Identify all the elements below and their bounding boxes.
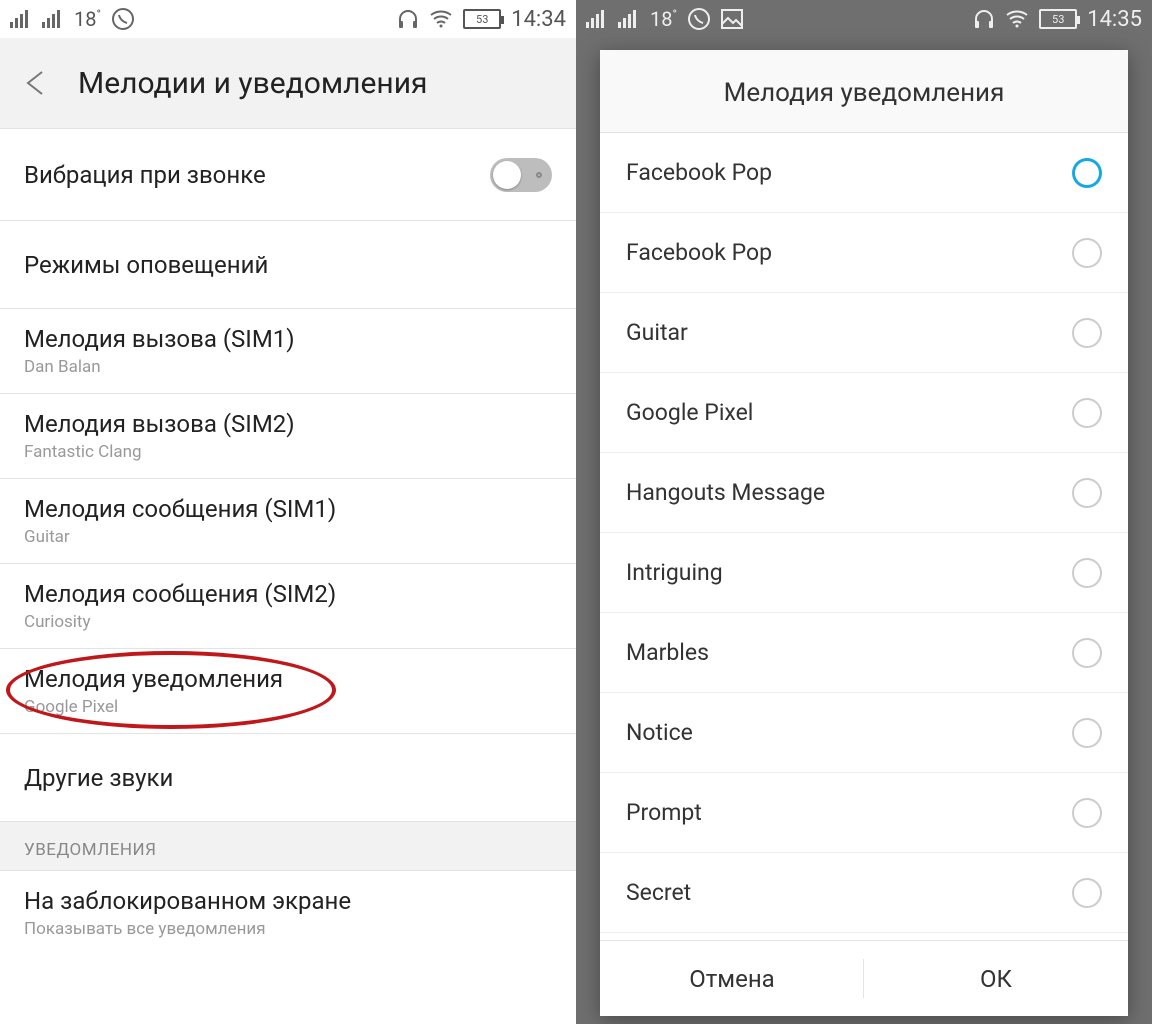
row-ringtone-sim1[interactable]: Мелодия вызова (SIM1) Dan Balan	[0, 309, 576, 394]
radio-icon[interactable]	[1072, 238, 1102, 268]
row-other-sounds[interactable]: Другие звуки	[0, 734, 576, 822]
ok-button[interactable]: ОК	[864, 941, 1128, 1016]
screen-settings: 18° 53 14:34 Мелодии и уведомления Вибра…	[0, 0, 576, 1024]
headphones-icon	[973, 8, 995, 30]
row-label: Мелодия вызова (SIM2)	[24, 410, 552, 438]
viber-icon	[111, 7, 135, 31]
option-label: Google Pixel	[626, 399, 753, 426]
header: Мелодии и уведомления	[0, 38, 576, 128]
temperature: 18°	[650, 7, 677, 31]
dialog-option[interactable]: Facebook Pop	[600, 213, 1128, 293]
row-sublabel: Curiosity	[24, 612, 552, 632]
row-label: Другие звуки	[24, 764, 552, 792]
option-label: Intriguing	[626, 559, 723, 586]
option-label: Guitar	[626, 319, 688, 346]
row-sublabel: Guitar	[24, 527, 552, 547]
signal-icon-2	[42, 10, 64, 28]
temperature: 18°	[74, 7, 101, 31]
section-notifications: УВЕДОМЛЕНИЯ	[0, 822, 576, 871]
dialog-option[interactable]: Prompt	[600, 773, 1128, 853]
radio-icon[interactable]	[1072, 318, 1102, 348]
wifi-icon	[429, 9, 453, 29]
option-label: Hangouts Message	[626, 479, 825, 506]
cancel-button[interactable]: Отмена	[600, 941, 864, 1016]
radio-icon[interactable]	[1072, 158, 1102, 188]
option-label: Notice	[626, 719, 693, 746]
radio-icon[interactable]	[1072, 638, 1102, 668]
row-label: Мелодия сообщения (SIM2)	[24, 580, 552, 608]
signal-icon-2	[618, 10, 640, 28]
radio-icon[interactable]	[1072, 478, 1102, 508]
row-label: Мелодия уведомления	[24, 665, 552, 693]
clock: 14:34	[511, 7, 566, 32]
headphones-icon	[397, 8, 419, 30]
status-bar: 18° 53 14:34	[0, 0, 576, 38]
clock: 14:35	[1087, 7, 1142, 32]
row-notification-sound[interactable]: Мелодия уведомления Google Pixel	[0, 649, 576, 734]
row-ringtone-sim2[interactable]: Мелодия вызова (SIM2) Fantastic Clang	[0, 394, 576, 479]
row-label: Мелодия сообщения (SIM1)	[24, 495, 552, 523]
dialog-title: Мелодия уведомления	[600, 50, 1128, 133]
radio-icon[interactable]	[1072, 718, 1102, 748]
screen-dialog: 18° 53 14:35 Мелодия уведомления Faceboo…	[576, 0, 1152, 1024]
battery-icon: 53	[1039, 9, 1077, 29]
dialog-option[interactable]: Marbles	[600, 613, 1128, 693]
dialog-option[interactable]: Facebook Pop	[600, 133, 1128, 213]
ringtone-dialog: Мелодия уведомления Facebook PopFacebook…	[600, 50, 1128, 1016]
dialog-option[interactable]: Hangouts Message	[600, 453, 1128, 533]
dialog-option[interactable]: Secret	[600, 853, 1128, 933]
dialog-button-bar: Отмена ОК	[600, 940, 1128, 1016]
row-label: Вибрация при звонке	[24, 161, 266, 189]
option-label: Secret	[626, 879, 691, 906]
signal-icon	[10, 10, 32, 28]
option-label: Marbles	[626, 639, 709, 666]
row-label: На заблокированном экране	[24, 887, 552, 915]
option-label: Facebook Pop	[626, 239, 772, 266]
status-bar: 18° 53 14:35	[576, 0, 1152, 38]
dialog-option[interactable]: Notice	[600, 693, 1128, 773]
option-label: Facebook Pop	[626, 159, 772, 186]
row-sublabel: Показывать все уведомления	[24, 919, 552, 939]
image-icon	[721, 9, 743, 29]
row-message-sim1[interactable]: Мелодия сообщения (SIM1) Guitar	[0, 479, 576, 564]
wifi-icon	[1005, 9, 1029, 29]
row-label: Режимы оповещений	[24, 251, 552, 279]
battery-icon: 53	[463, 9, 501, 29]
row-message-sim2[interactable]: Мелодия сообщения (SIM2) Curiosity	[0, 564, 576, 649]
dialog-option[interactable]: Intriguing	[600, 533, 1128, 613]
row-label: Мелодия вызова (SIM1)	[24, 325, 552, 353]
viber-icon	[687, 7, 711, 31]
dialog-option[interactable]: Google Pixel	[600, 373, 1128, 453]
page-title: Мелодии и уведомления	[78, 66, 427, 101]
back-button[interactable]	[20, 66, 54, 100]
row-sublabel: Google Pixel	[24, 697, 552, 717]
row-alert-modes[interactable]: Режимы оповещений	[0, 221, 576, 309]
radio-icon[interactable]	[1072, 798, 1102, 828]
row-vibrate-on-call[interactable]: Вибрация при звонке	[0, 129, 576, 221]
option-label: Prompt	[626, 799, 702, 826]
row-sublabel: Fantastic Clang	[24, 442, 552, 462]
row-lock-screen-notifications[interactable]: На заблокированном экране Показывать все…	[0, 871, 576, 955]
dialog-option[interactable]: Guitar	[600, 293, 1128, 373]
toggle-vibrate[interactable]	[490, 158, 552, 192]
radio-icon[interactable]	[1072, 398, 1102, 428]
row-sublabel: Dan Balan	[24, 357, 552, 377]
dialog-option-list[interactable]: Facebook Pop Facebook Pop Guitar Google Pix…	[600, 133, 1128, 940]
radio-icon[interactable]	[1072, 878, 1102, 908]
radio-icon[interactable]	[1072, 558, 1102, 588]
signal-icon	[586, 10, 608, 28]
